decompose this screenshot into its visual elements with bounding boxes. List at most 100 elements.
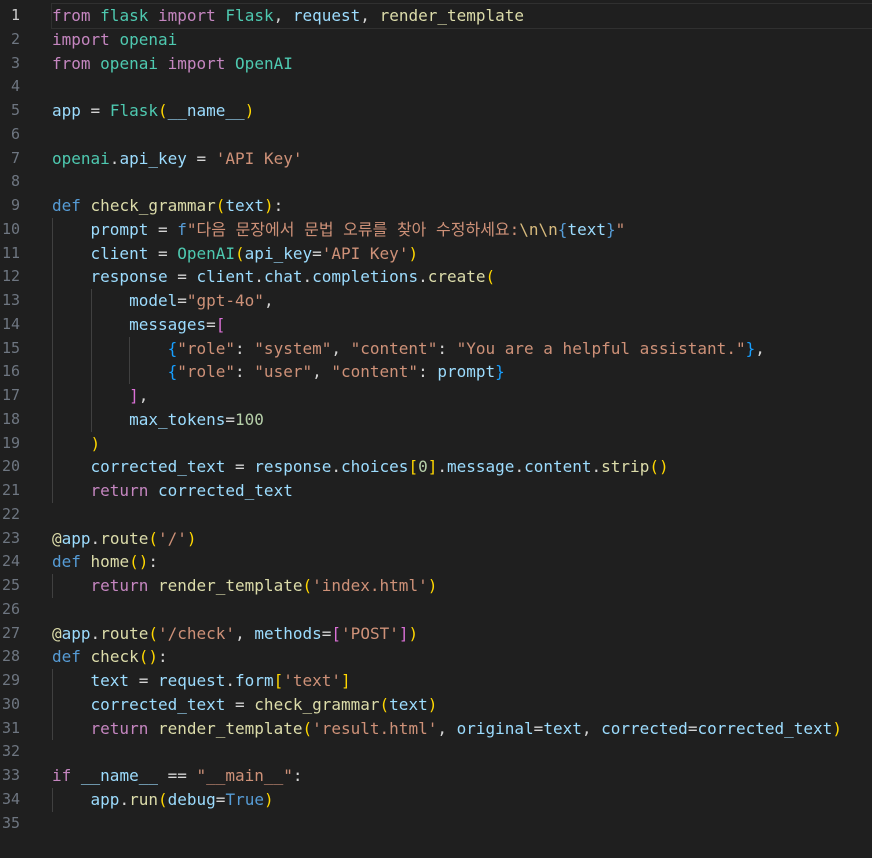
code-token: check_grammar: [90, 196, 216, 215]
line-number: 21: [1, 481, 20, 499]
code-line[interactable]: [52, 123, 872, 147]
code-line[interactable]: [52, 598, 872, 622]
code-token: client: [196, 267, 255, 287]
code-token: openai: [119, 29, 178, 49]
code-token: (): [649, 457, 669, 477]
code-line[interactable]: return render_template('result.html', or…: [52, 716, 872, 741]
code-line[interactable]: [52, 503, 872, 527]
code-token: text: [567, 219, 606, 239]
code-line[interactable]: messages=[: [52, 312, 872, 337]
indent-guide: [90, 360, 92, 384]
code-line[interactable]: @app.route('/check', methods=['POST']): [52, 622, 872, 646]
indent-guide: [52, 669, 53, 693]
code-line[interactable]: def check():: [52, 645, 872, 669]
code-line[interactable]: client = OpenAI(api_key='API Key'): [52, 241, 872, 266]
code-line[interactable]: text = request.form['text']: [52, 669, 872, 693]
code-line[interactable]: corrected_text = response.choices[0].mes…: [52, 455, 872, 479]
code-line[interactable]: return render_template('index.html'): [52, 574, 872, 598]
indent-guide: [52, 217, 53, 242]
code-token: ]: [341, 671, 351, 690]
line-number: 31: [1, 718, 20, 737]
code-token: Flask: [109, 101, 158, 120]
code-line[interactable]: [52, 812, 872, 836]
line-number: 7: [10, 148, 20, 167]
code-line[interactable]: app.run(debug=True): [52, 787, 872, 812]
code-line[interactable]: max_tokens=100: [52, 407, 872, 432]
code-line[interactable]: def home():: [52, 550, 872, 574]
code-line[interactable]: @app.route('/'): [52, 527, 872, 551]
line-number: 5: [10, 101, 20, 119]
code-line[interactable]: return corrected_text: [52, 479, 872, 503]
code-line[interactable]: model="gpt-4o",: [52, 289, 872, 313]
code-token: methods: [254, 623, 322, 643]
code-line[interactable]: openai.api_key = 'API Key': [52, 147, 872, 171]
code-token: .: [109, 148, 120, 168]
code-line[interactable]: def check_grammar(text):: [52, 194, 872, 218]
code-token: ): [427, 694, 438, 714]
code-line[interactable]: if __name__ == "__main__":: [52, 764, 872, 788]
line-number: 25: [1, 576, 20, 594]
code-token: :: [292, 766, 303, 785]
code-line[interactable]: ],: [52, 384, 872, 408]
code-token: =: [225, 409, 236, 429]
code-line[interactable]: from openai import OpenAI: [52, 52, 872, 76]
indent-guide: [90, 407, 92, 432]
code-editor[interactable]: 1 2 3 4 5 6 7 8 9 10 11 12 13 14 15 16 17 18 19 20 21 22 23 24 2…: [0, 0, 872, 858]
code-token: run: [129, 789, 158, 809]
code-line[interactable]: ): [52, 431, 872, 456]
code-token: =: [312, 243, 322, 263]
code-line[interactable]: [52, 75, 872, 99]
code-token: =: [148, 219, 178, 239]
code-token: }: [495, 362, 505, 382]
code-line[interactable]: response = client.chat.completions.creat…: [52, 265, 872, 289]
code-token: =: [225, 457, 255, 477]
line-number: 15: [1, 338, 20, 357]
code-token: ,: [581, 718, 602, 738]
code-token: form: [235, 671, 274, 690]
code-line[interactable]: [52, 170, 872, 194]
code-token: {: [167, 362, 178, 382]
code-token: request: [292, 6, 361, 25]
code-token: 'API Key': [215, 148, 303, 168]
code-token: f: [177, 219, 187, 239]
indent-guide: [52, 241, 53, 266]
code-token: render_template: [157, 718, 303, 738]
line-number: 8: [10, 172, 20, 191]
code-line[interactable]: from flask import Flask, request, render…: [51, 3, 872, 29]
line-number: 16: [1, 362, 20, 381]
code-token: (: [485, 267, 496, 287]
line-number: 26: [1, 599, 20, 618]
code-token: "다음 문장에서 문법 오류를 찾아 수정하세요:: [186, 219, 520, 239]
line-number: 2: [10, 29, 20, 48]
code-line[interactable]: {"role": "system", "content": "You are a…: [52, 336, 872, 361]
code-line[interactable]: corrected_text = check_grammar(text): [52, 692, 872, 717]
code-token: messages: [129, 314, 207, 334]
line-number: 35: [1, 813, 20, 832]
code-area[interactable]: from flask import Flask, request, render…: [51, 3, 872, 836]
code-line[interactable]: prompt = f"다음 문장에서 문법 오류를 찾아 수정하세요:\n\n{…: [52, 217, 872, 242]
code-token: api_key: [119, 148, 187, 168]
code-line[interactable]: import openai: [52, 28, 872, 52]
indent-guide: [52, 360, 53, 384]
code-token: chat: [263, 267, 303, 287]
indent-guide: [52, 265, 53, 289]
line-number: 29: [1, 671, 20, 689]
code-token: text: [90, 671, 130, 690]
code-token: ): [408, 243, 419, 263]
code-token: "gpt-4o": [186, 291, 264, 310]
code-line[interactable]: [52, 740, 872, 764]
code-line[interactable]: app = Flask(__name__): [52, 99, 872, 123]
indent-guide: [52, 407, 53, 432]
code-token: (): [129, 552, 149, 572]
code-token: =: [148, 243, 178, 263]
code-line[interactable]: {"role": "user", "content": prompt}: [52, 360, 872, 384]
code-token: (: [379, 694, 390, 714]
line-number: 23: [1, 528, 20, 547]
